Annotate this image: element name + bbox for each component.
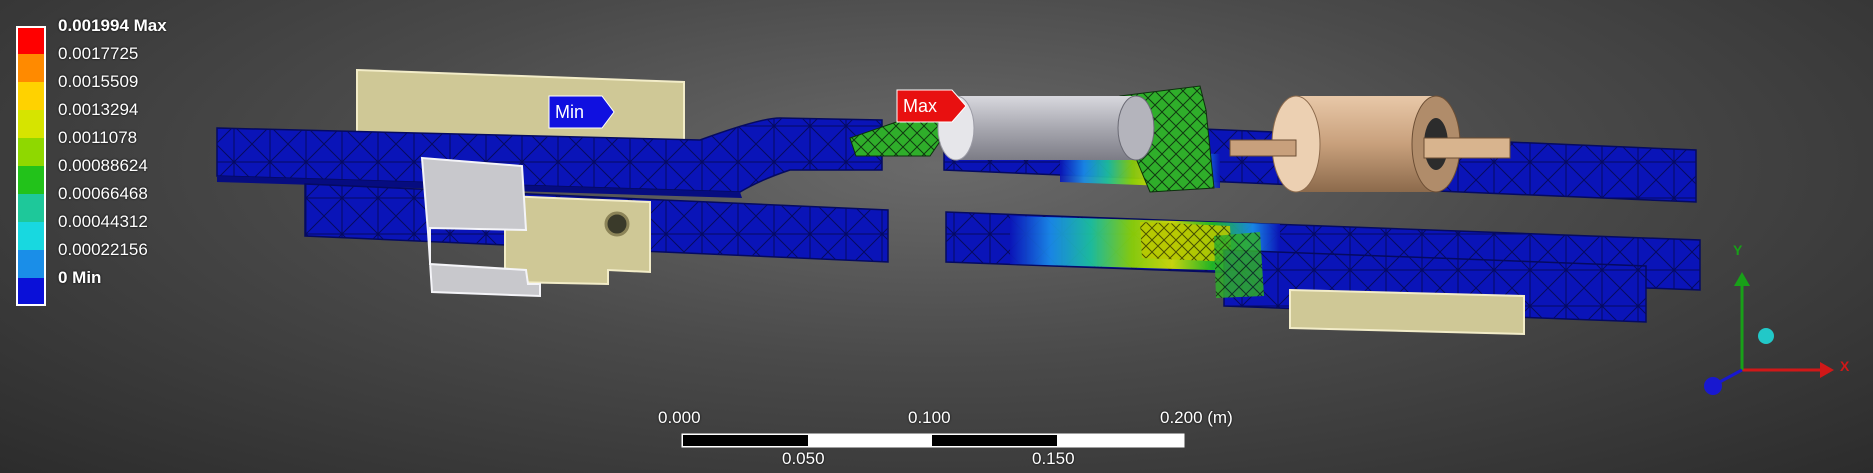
gray-clip: [420, 156, 541, 298]
legend-label: 0.00044312: [58, 212, 148, 231]
x-axis-label: X: [1840, 358, 1850, 374]
bronze-tab: [1423, 137, 1511, 159]
scale-label-100: 0.100: [908, 408, 951, 427]
legend-border: [16, 26, 46, 306]
scale-label-0: 0.000: [658, 408, 701, 427]
min-probe-label[interactable]: Min: [549, 97, 609, 127]
legend-label: 0.0013294: [58, 100, 139, 119]
z-axis-ball: [1704, 377, 1722, 395]
legend-label-min: 0 Min: [58, 268, 102, 287]
gray-cylinder: [937, 95, 1155, 161]
legend-label: 0.0017725: [58, 44, 139, 63]
scale-label-150: 0.150: [1032, 449, 1075, 468]
green-joint: [1214, 232, 1264, 298]
legend-label: 0.0011078: [58, 128, 138, 147]
legend-label-max: 0.001994 Max: [58, 16, 167, 35]
y-axis-arrow: [1734, 272, 1750, 286]
tan-bar: [1289, 288, 1525, 336]
hole: [604, 211, 630, 237]
x-axis-arrow: [1820, 362, 1834, 378]
isometric-ball[interactable]: [1758, 328, 1774, 344]
legend-label: 0.00066468: [58, 184, 148, 203]
max-probe-label[interactable]: Max: [897, 91, 957, 121]
legend-label: 0.00022156: [58, 240, 148, 259]
scale-bar: [681, 433, 1185, 448]
3d-viewport[interactable]: [0, 0, 1873, 473]
scale-label-200: 0.200 (m): [1160, 408, 1233, 427]
legend-label: 0.00088624: [58, 156, 148, 175]
bronze-shaft: [1229, 139, 1297, 157]
y-axis-label: Y: [1733, 242, 1743, 258]
scale-label-050: 0.050: [782, 449, 825, 468]
coordinate-triad: [1704, 272, 1834, 395]
legend-label: 0.0015509: [58, 72, 139, 91]
